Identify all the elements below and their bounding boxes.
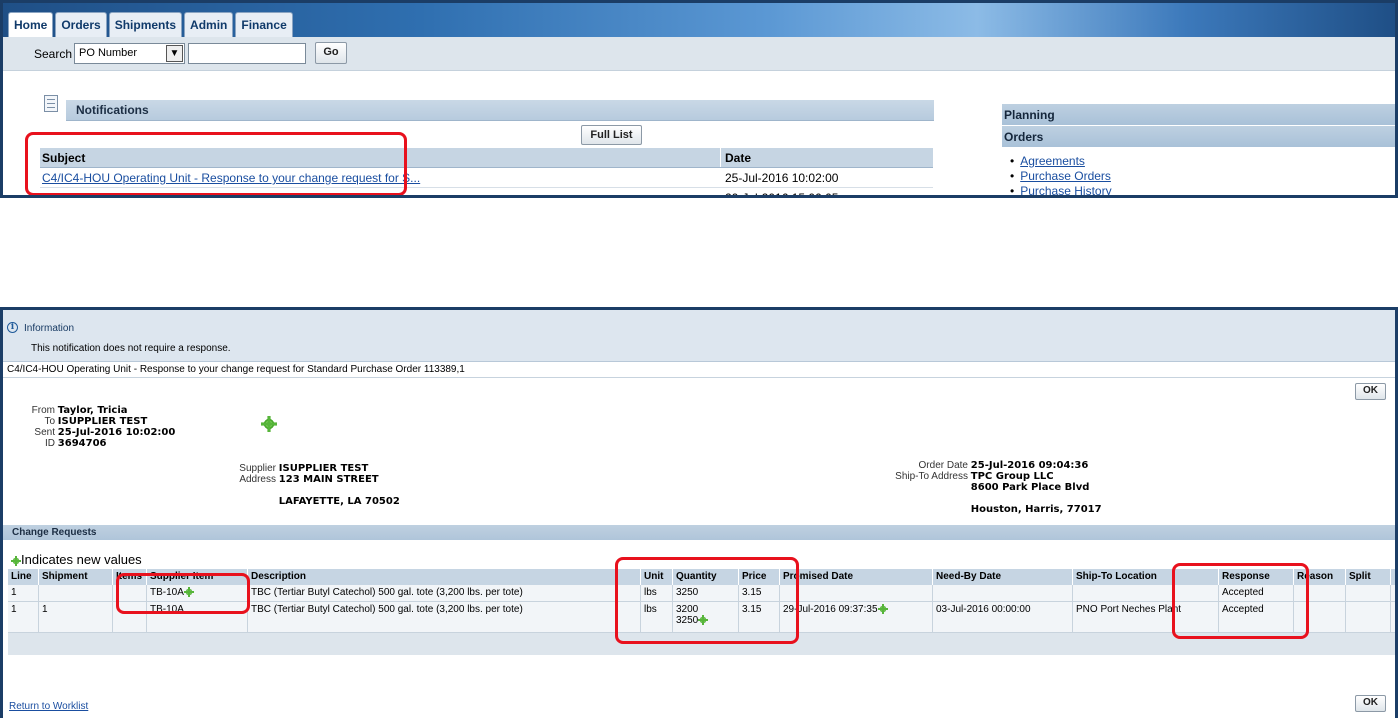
information-text: This notification does not require a res… xyxy=(31,343,231,354)
legend-text: Indicates new values xyxy=(21,552,142,567)
agreements-link[interactable]: Agreements xyxy=(1020,154,1085,168)
address-line-1: 123 MAIN STREET xyxy=(278,474,379,485)
column-header-date[interactable]: Date xyxy=(720,148,933,167)
tab-orders[interactable]: Orders xyxy=(55,12,107,37)
column-header-description: Description xyxy=(248,569,641,585)
column-header-line: Line xyxy=(8,569,39,585)
to-value: ISUPPLIER TEST xyxy=(57,416,148,427)
order-date-value: 25-Jul-2016 09:04:36 xyxy=(970,460,1089,471)
ship-to-address-label: Ship-To Address xyxy=(895,471,968,482)
supplier-label: Supplier xyxy=(239,463,276,474)
tab-finance[interactable]: Finance xyxy=(235,12,293,37)
highlight-annotation xyxy=(116,573,250,614)
information-title: Information xyxy=(24,323,75,334)
message-header-info: From Taylor, Tricia To ISUPPLIER TEST Se… xyxy=(20,405,176,449)
return-to-worklist-link[interactable]: Return to Worklist xyxy=(9,701,88,712)
from-value: Taylor, Tricia xyxy=(57,405,128,416)
info-icon: i xyxy=(7,322,18,333)
header-banner: Home Orders Shipments Admin Finance xyxy=(3,3,1395,37)
tab-home[interactable]: Home xyxy=(8,12,54,37)
order-info: Order Date 25-Jul-2016 09:04:36 Ship-To … xyxy=(885,460,1102,515)
notification-subject: C4/IC4-HOU Operating Unit - Response to … xyxy=(3,363,1395,378)
cell-description: TBC (Tertiar Butyl Catechol) 500 gal. to… xyxy=(248,602,641,632)
purchase-history-link[interactable]: Purchase History xyxy=(1020,184,1111,195)
column-header-split: Split xyxy=(1346,569,1391,585)
new-values-legend: Indicates new values xyxy=(11,552,142,567)
id-label: ID xyxy=(45,438,55,449)
notification-date: 20-Jul-2016 15:00:05 xyxy=(720,188,933,195)
column-header-need-by-date: Need-By Date xyxy=(933,569,1073,585)
ship-to-line-3: Houston, Harris, 77017 xyxy=(970,504,1102,515)
chevron-down-icon[interactable]: ▼ xyxy=(166,45,183,62)
search-type-value: PO Number xyxy=(79,47,138,59)
ship-to-line-2: 8600 Park Place Blvd xyxy=(970,482,1090,493)
order-date-label: Order Date xyxy=(918,460,968,471)
notifications-header: Notifications xyxy=(66,100,934,121)
highlight-annotation xyxy=(25,132,407,195)
id-value: 3694706 xyxy=(57,438,107,449)
orders-links: Agreements Purchase Orders Purchase Hist… xyxy=(1002,148,1395,195)
side-navigation: Planning Orders Agreements Purchase Orde… xyxy=(1002,104,1395,195)
full-list-button[interactable]: Full List xyxy=(581,125,642,145)
cell-shipment: 1 xyxy=(39,602,113,632)
planning-header[interactable]: Planning xyxy=(1002,104,1395,126)
portal-home-panel: Home Orders Shipments Admin Finance Sear… xyxy=(0,0,1398,198)
cell-line: 1 xyxy=(8,602,39,632)
address-label: Address xyxy=(239,474,276,485)
notification-detail-panel: i Information This notification does not… xyxy=(0,307,1398,718)
go-button[interactable]: Go xyxy=(315,42,347,64)
to-label: To xyxy=(44,416,55,427)
from-label: From xyxy=(31,405,55,416)
cell-split xyxy=(1346,602,1391,632)
change-requests-header: Change Requests xyxy=(3,525,1395,540)
cell-split xyxy=(1346,585,1391,601)
notification-date: 25-Jul-2016 10:02:00 xyxy=(720,168,933,187)
supplier-info: Supplier ISUPPLIER TEST Address 123 MAIN… xyxy=(232,463,400,507)
highlight-annotation xyxy=(1172,563,1309,639)
sent-label: Sent xyxy=(34,427,55,438)
search-input[interactable] xyxy=(188,43,306,64)
cell-need-by-date xyxy=(933,585,1073,601)
search-label: Search xyxy=(34,47,73,61)
ok-button[interactable]: OK xyxy=(1355,383,1386,400)
information-box: i Information This notification does not… xyxy=(3,310,1395,362)
orders-header[interactable]: Orders xyxy=(1002,126,1395,148)
ship-to-line-1: TPC Group LLC xyxy=(970,471,1054,482)
cell-line: 1 xyxy=(8,585,39,601)
new-value-icon xyxy=(11,555,21,566)
supplier-value: ISUPPLIER TEST xyxy=(278,463,369,474)
tab-shipments[interactable]: Shipments xyxy=(108,12,183,37)
column-header-shipment: Shipment xyxy=(39,569,113,585)
tab-bar: Home Orders Shipments Admin Finance xyxy=(8,12,293,37)
search-bar: Search PO Number ▼ Go xyxy=(3,37,1395,71)
new-value-icon xyxy=(261,416,277,432)
cell-shipment xyxy=(39,585,113,601)
cell-description: TBC (Tertiar Butyl Catechol) 500 gal. to… xyxy=(248,585,641,601)
sent-value: 25-Jul-2016 10:02:00 xyxy=(57,427,176,438)
highlight-annotation xyxy=(615,557,799,644)
cell-promised-date: 29-Jul-2016 09:37:35 xyxy=(780,602,933,632)
column-header-promised-date: Promised Date xyxy=(780,569,933,585)
cell-promised-date xyxy=(780,585,933,601)
new-value-icon xyxy=(877,604,888,615)
search-type-select[interactable]: PO Number ▼ xyxy=(74,43,185,64)
purchase-orders-link[interactable]: Purchase Orders xyxy=(1020,169,1111,183)
notifications-icon xyxy=(44,95,58,112)
ok-button[interactable]: OK xyxy=(1355,695,1386,712)
tab-admin[interactable]: Admin xyxy=(184,12,234,37)
address-line-2: LAFAYETTE, LA 70502 xyxy=(278,496,400,507)
cell-need-by-date: 03-Jul-2016 00:00:00 xyxy=(933,602,1073,632)
